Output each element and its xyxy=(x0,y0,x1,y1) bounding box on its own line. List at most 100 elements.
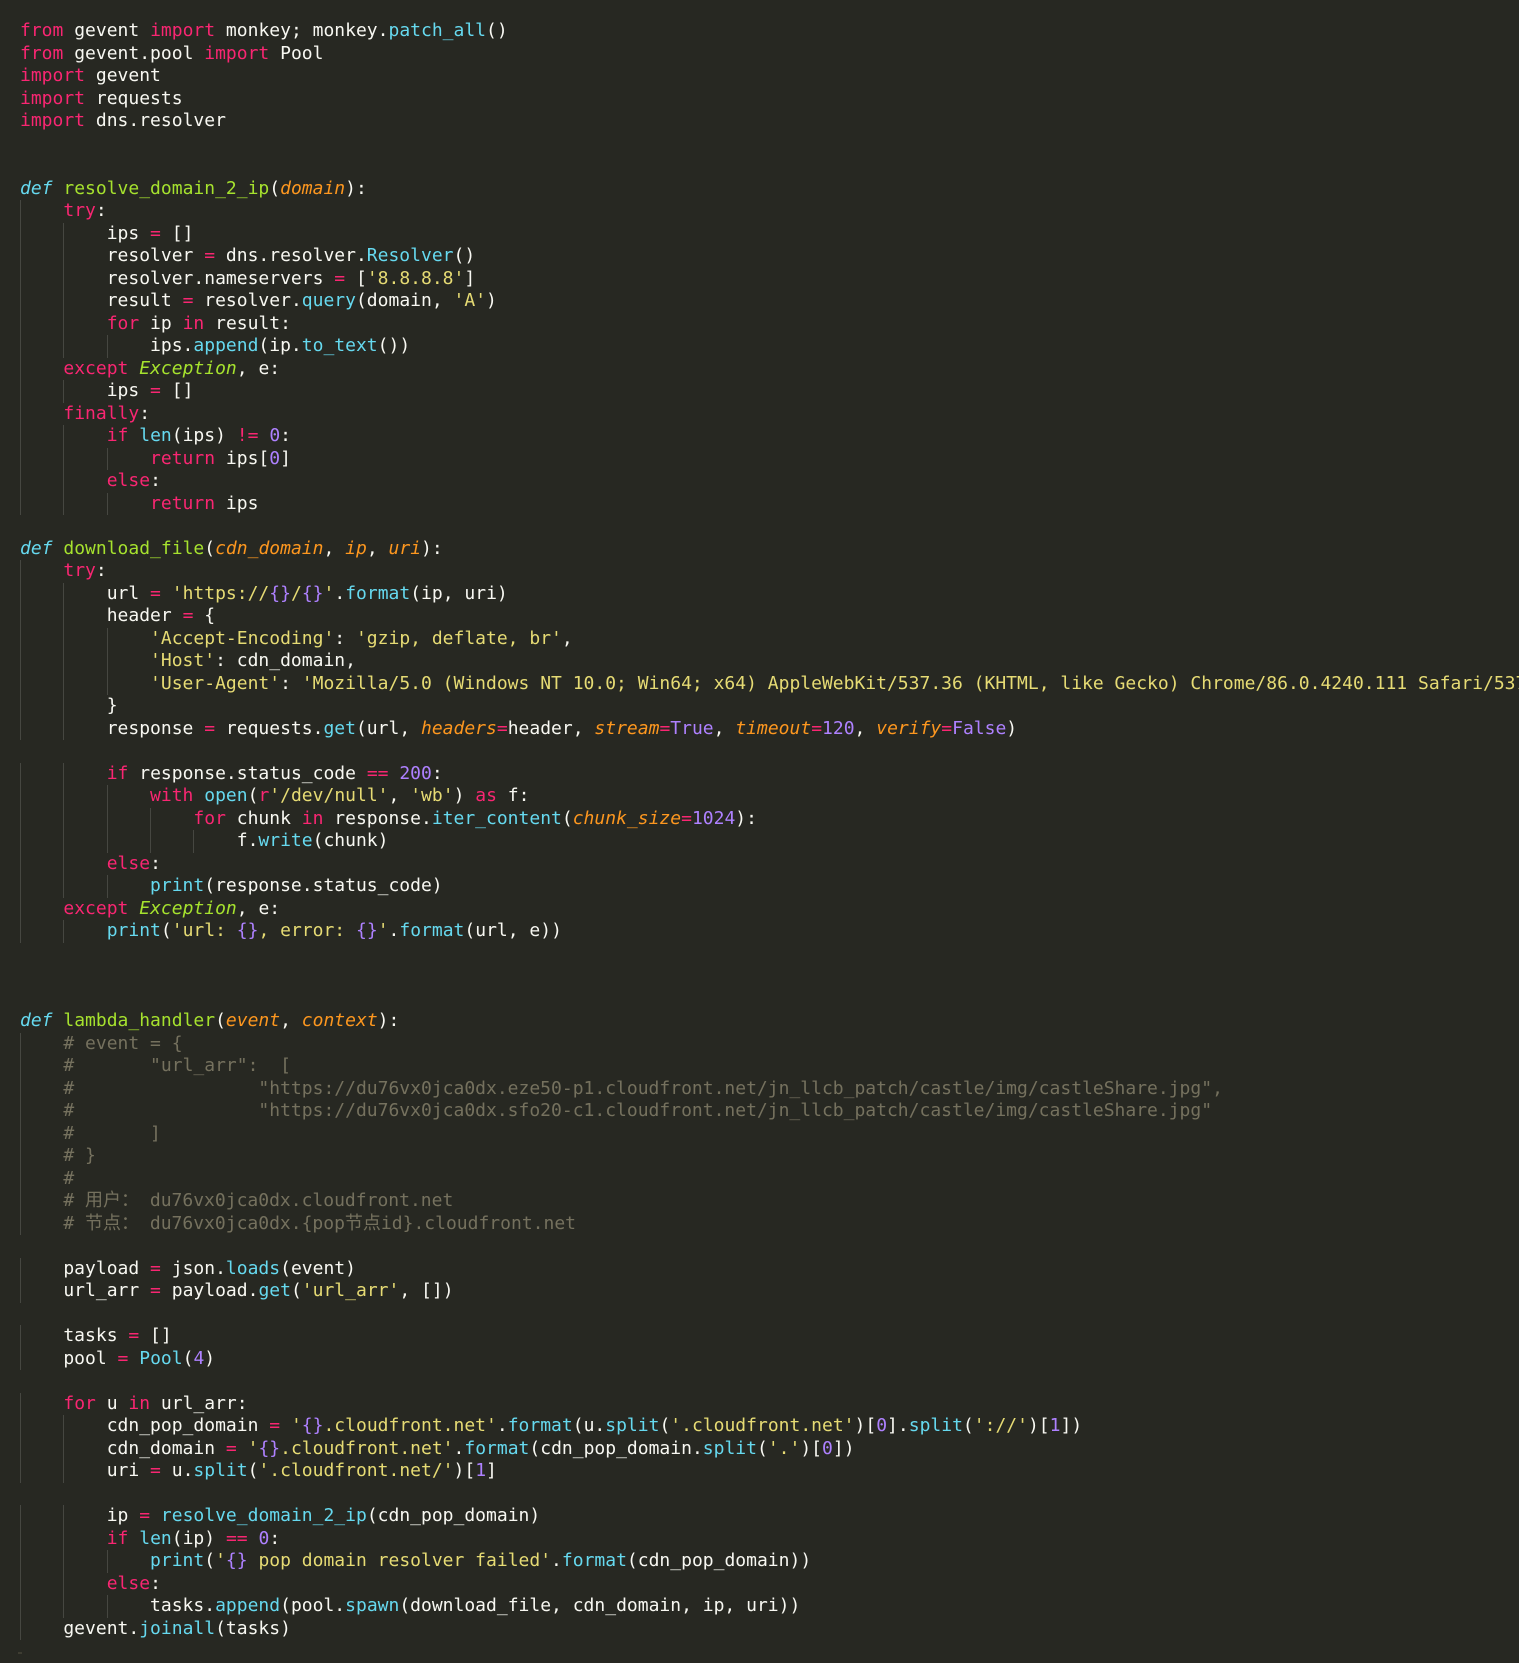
keyword-token: return xyxy=(150,447,216,469)
keyword-token: import xyxy=(150,20,216,41)
format-placeholder-token: {} xyxy=(269,582,291,604)
code-area[interactable]: from gevent import monkey; monkey.patch_… xyxy=(20,20,1519,1640)
code-text: result: xyxy=(204,312,291,334)
code-text: u. xyxy=(160,1460,194,1481)
indent-guide xyxy=(20,1055,21,1078)
keyword-token: for xyxy=(63,1392,96,1414)
string-token: ' xyxy=(290,1415,302,1436)
code-line: f.write(chunk) xyxy=(20,830,1519,853)
code-line: import dns.resolver xyxy=(20,110,1519,133)
code-text: (ip. xyxy=(258,335,302,356)
format-placeholder-token: {} xyxy=(225,1550,248,1571)
code-line: # xyxy=(20,1167,1519,1190)
indent-guide xyxy=(20,1550,21,1573)
code-line: tasks.append(pool.spawn(download_file, c… xyxy=(20,1595,1519,1618)
indent-guide xyxy=(63,312,65,335)
string-token: ' xyxy=(377,920,389,941)
string-token: ' xyxy=(323,582,335,604)
code-line: import gevent xyxy=(20,65,1519,88)
code-text: header, xyxy=(507,717,595,739)
indent-guide xyxy=(63,672,65,695)
code-text: , []) xyxy=(399,1280,454,1301)
code-text: uri xyxy=(20,1460,151,1481)
parameter-token: context xyxy=(301,1010,378,1031)
code-text: : xyxy=(334,627,356,649)
indent-guide xyxy=(20,492,21,515)
string-token: 'Accept-Encoding' xyxy=(150,627,335,649)
code-text: dns.resolver xyxy=(85,110,226,131)
code-line: # "https://du76vx0jca0dx.eze50-p1.cloudf… xyxy=(20,1077,1519,1100)
operator-token: = xyxy=(659,717,671,739)
code-text: , xyxy=(854,717,877,739)
code-line: try: xyxy=(20,560,1519,583)
code-text: { xyxy=(193,605,216,626)
string-token: 'url: xyxy=(171,920,237,941)
parameter-token: ip xyxy=(345,537,367,559)
string-token: '.cloudfront.net/' xyxy=(258,1460,454,1481)
code-text: [] xyxy=(160,222,194,244)
code-text: json. xyxy=(160,1257,226,1279)
code-text: : cdn_domain, xyxy=(215,650,356,671)
operator-token: = xyxy=(128,1325,140,1346)
code-text: , xyxy=(388,785,411,806)
code-text: f: xyxy=(496,785,530,806)
string-token: 'A' xyxy=(453,290,487,311)
builtin-call-token: query xyxy=(301,290,356,311)
string-token: '.cloudfront.net' xyxy=(670,1415,855,1436)
code-text: ( xyxy=(290,1280,302,1301)
number-token: 0 xyxy=(269,425,281,446)
builtin-call-token: get xyxy=(258,1280,291,1301)
code-line: ip = resolve_domain_2_ip(cdn_pop_domain) xyxy=(20,1505,1519,1528)
code-text: () xyxy=(453,245,476,266)
code-text: ( xyxy=(215,1010,226,1031)
format-placeholder-token: {} xyxy=(356,920,378,941)
code-text: [] xyxy=(139,1325,172,1346)
code-text: chunk xyxy=(225,807,302,829)
function-name: lambda_handler xyxy=(63,1010,216,1031)
builtin-call-token: joinall xyxy=(139,1617,216,1639)
indent-guide xyxy=(106,650,108,673)
code-text: ] xyxy=(280,447,291,469)
indent-guide xyxy=(63,807,65,830)
keyword-token: in xyxy=(301,807,324,829)
indent-guide xyxy=(20,852,21,875)
code-text: . xyxy=(496,1415,508,1436)
builtin-call-token: to_text xyxy=(301,335,378,356)
code-text: (url, xyxy=(355,717,421,739)
indent-guide xyxy=(20,1145,21,1168)
indent-guide xyxy=(63,920,65,943)
indent-guide xyxy=(63,267,65,290)
builtin-call-token: format xyxy=(345,582,411,604)
indent-guide xyxy=(106,875,108,898)
code-editor[interactable]: from gevent import monkey; monkey.patch_… xyxy=(0,0,1519,1663)
code-line: return ips xyxy=(20,492,1519,515)
code-line: resolver = dns.resolver.Resolver() xyxy=(20,245,1519,268)
builtin-call-token: write xyxy=(258,830,313,851)
code-text: : xyxy=(139,402,151,424)
indent-guide xyxy=(20,1527,21,1550)
indent-guide xyxy=(63,1505,65,1528)
keyword-token: except xyxy=(63,897,129,919)
indent-guide xyxy=(63,380,65,403)
code-line: url_arr = payload.get('url_arr', []) xyxy=(20,1280,1519,1303)
code-text: . xyxy=(551,1550,562,1571)
def-keyword: def xyxy=(20,177,53,199)
indent-guide xyxy=(63,492,65,515)
code-text: (domain, xyxy=(355,290,454,311)
indent-guide xyxy=(106,627,108,650)
code-text: ): xyxy=(377,1010,400,1031)
builtin-call-token: len xyxy=(139,1527,172,1549)
